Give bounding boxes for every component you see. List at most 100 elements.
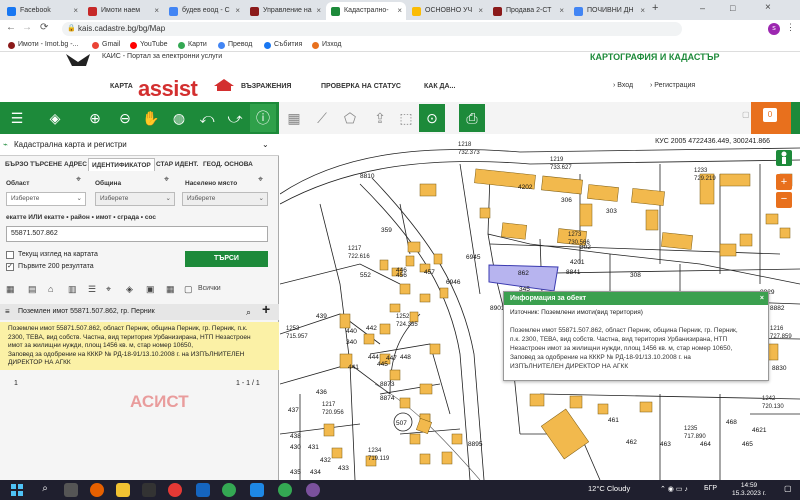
pin-icon[interactable]: ⌖ <box>258 174 263 185</box>
tab-quick-search[interactable]: БЪРЗО ТЪРСЕНЕ <box>2 158 65 171</box>
browser-tab[interactable]: Facebook × <box>2 2 82 20</box>
browser-tab-active[interactable]: Кадастрално- × <box>326 2 406 20</box>
nav-map[interactable]: КАРТА <box>110 79 133 95</box>
prev-extent-icon[interactable]: ⤺ <box>194 104 220 132</box>
browser-tab[interactable]: ПОЧИВНИ ДН × <box>569 2 649 20</box>
search-icon[interactable]: ⌕ <box>246 304 251 320</box>
orange-panel-button[interactable]: 0 <box>751 102 791 134</box>
browser-tab[interactable]: Управление на × <box>245 2 325 20</box>
close-icon[interactable]: × <box>478 2 483 20</box>
browser-tab[interactable]: будев еоод - С × <box>164 2 244 20</box>
info-icon[interactable]: ⓘ <box>250 104 276 132</box>
window-close-icon[interactable]: × <box>765 2 771 13</box>
pin-icon[interactable]: ⌖ <box>106 284 111 295</box>
maximize-icon[interactable]: □ <box>730 3 735 13</box>
area-select[interactable]: Изберете ⌄ <box>6 192 86 206</box>
bookmark-item[interactable]: Събития <box>264 39 302 51</box>
close-icon[interactable]: × <box>316 2 321 20</box>
nav-status[interactable]: ПРОВЕРКА НА СТАТУС <box>321 79 401 95</box>
tab-geodetic[interactable]: ГЕОД. ОСНОВА <box>200 158 256 171</box>
building-icon[interactable]: ▥ <box>68 284 77 295</box>
more-icon[interactable]: ⋮ <box>786 22 795 33</box>
panel-header[interactable]: ⌁ Кадастрална карта и регистри ⌄ <box>0 134 279 156</box>
layers-icon[interactable]: ◈ <box>42 104 68 132</box>
close-icon[interactable]: × <box>235 2 240 20</box>
area-icon[interactable]: ⬠ <box>337 104 363 132</box>
pan-hand-icon[interactable]: ✋ <box>138 104 164 132</box>
tiles-icon[interactable]: ▦ <box>166 284 175 295</box>
browser-tab[interactable]: Продава 2-СТ × <box>488 2 568 20</box>
location-icon[interactable]: ⊙ <box>419 104 445 132</box>
result-title[interactable]: ≡ Поземлен имот 55871.507.862, гр. Перни… <box>0 301 279 320</box>
pin-icon[interactable]: ⌖ <box>76 174 81 185</box>
zoom-out-button[interactable]: − <box>776 192 792 208</box>
back-icon[interactable]: ← <box>6 22 16 33</box>
building-icon[interactable]: ▣ <box>146 284 155 295</box>
municipality-select[interactable]: Изберете ⌄ <box>95 192 175 206</box>
close-icon[interactable]: × <box>73 2 78 20</box>
nav-objections[interactable]: ВЪЗРАЖЕНИЯ <box>241 79 291 95</box>
grid-icon[interactable]: ▦ <box>281 104 307 132</box>
list-icon[interactable]: ☰ <box>88 284 96 295</box>
globe-icon[interactable]: ◍ <box>166 104 192 132</box>
current-view-checkbox[interactable]: Текущ изглед на картата <box>6 250 98 260</box>
clock[interactable]: 14:59 15.3.2023 г. <box>732 482 766 498</box>
place-select[interactable]: Изберете ⌄ <box>182 192 268 206</box>
bookmark-item[interactable]: Gmail <box>92 39 120 51</box>
identifier-input[interactable]: 55871.507.862 <box>6 226 268 242</box>
box-icon[interactable]: ▢ <box>184 284 193 295</box>
page-number[interactable]: 1 <box>14 380 18 387</box>
app-icon[interactable] <box>168 483 182 497</box>
expand-icon[interactable]: ▢ <box>742 110 750 119</box>
menu-icon[interactable]: ☰ <box>4 104 30 132</box>
browser-tab[interactable]: ОСНОВНО УЧ × <box>407 2 487 20</box>
minimize-icon[interactable]: – <box>700 3 705 13</box>
forward-icon[interactable]: → <box>22 22 32 33</box>
home-icon[interactable]: ⌂ <box>48 284 53 294</box>
url-field[interactable]: 🔒 kais.cadastre.bg/bg/Map <box>62 22 682 36</box>
nav-howto[interactable]: КАК ДА... <box>424 79 455 95</box>
measure-icon[interactable]: ⟋ <box>309 104 335 132</box>
new-tab-icon[interactable]: + <box>652 2 658 14</box>
login-link[interactable]: › Вход <box>613 82 633 89</box>
search-icon[interactable]: ⌕ <box>38 483 52 497</box>
tray-icons[interactable]: ⌃ ◉ ▭ ♪ <box>660 485 688 493</box>
tab-old-id[interactable]: СТАР ИДЕНТ. <box>153 158 201 171</box>
layers-icon[interactable]: ◈ <box>126 284 133 295</box>
firefox-icon[interactable] <box>90 483 104 497</box>
word-icon[interactable] <box>196 483 210 497</box>
viber-icon[interactable] <box>306 483 320 497</box>
search-button[interactable]: ТЪРСИ <box>185 251 268 267</box>
pegman-icon[interactable] <box>776 150 792 166</box>
close-icon[interactable]: × <box>760 292 764 305</box>
bookmark-item[interactable]: Карти <box>178 39 207 51</box>
windows-start-icon[interactable] <box>10 483 24 497</box>
pin-icon[interactable]: ⌖ <box>164 174 169 185</box>
close-icon[interactable]: × <box>397 2 402 20</box>
chrome-icon[interactable] <box>222 483 236 497</box>
bookmark-item[interactable]: YouTube <box>130 39 168 51</box>
chrome-icon[interactable] <box>278 483 292 497</box>
grid-icon[interactable]: ▤ <box>28 284 37 295</box>
app-icon[interactable] <box>142 483 156 497</box>
bookmark-item[interactable]: Превод <box>218 39 252 51</box>
language-indicator[interactable]: БГР <box>704 485 717 492</box>
register-link[interactable]: › Регистрация <box>650 82 695 89</box>
first200-checkbox[interactable]: ✓ Първите 200 резултата <box>6 262 94 272</box>
bookmark-item[interactable]: Изход <box>312 39 342 51</box>
print-icon[interactable]: ⎙ <box>459 104 485 132</box>
reload-icon[interactable]: ⟳ <box>40 22 48 33</box>
notification-icon[interactable]: ▢ <box>784 484 792 493</box>
select-icon[interactable]: ⬚ <box>393 104 419 132</box>
add-icon[interactable]: + <box>262 301 270 317</box>
close-icon[interactable]: × <box>154 2 159 20</box>
folder-icon[interactable] <box>116 483 130 497</box>
close-icon[interactable]: × <box>640 2 645 20</box>
task-view-icon[interactable] <box>64 483 78 497</box>
next-extent-icon[interactable]: ⤻ <box>222 104 248 132</box>
bookmark-item[interactable]: Имоти - Imot.bg -... <box>8 39 78 51</box>
avatar[interactable]: s <box>768 23 780 35</box>
zoom-out-icon[interactable]: ⊖ <box>112 104 138 132</box>
close-icon[interactable]: × <box>559 2 564 20</box>
app-icon[interactable] <box>250 483 264 497</box>
